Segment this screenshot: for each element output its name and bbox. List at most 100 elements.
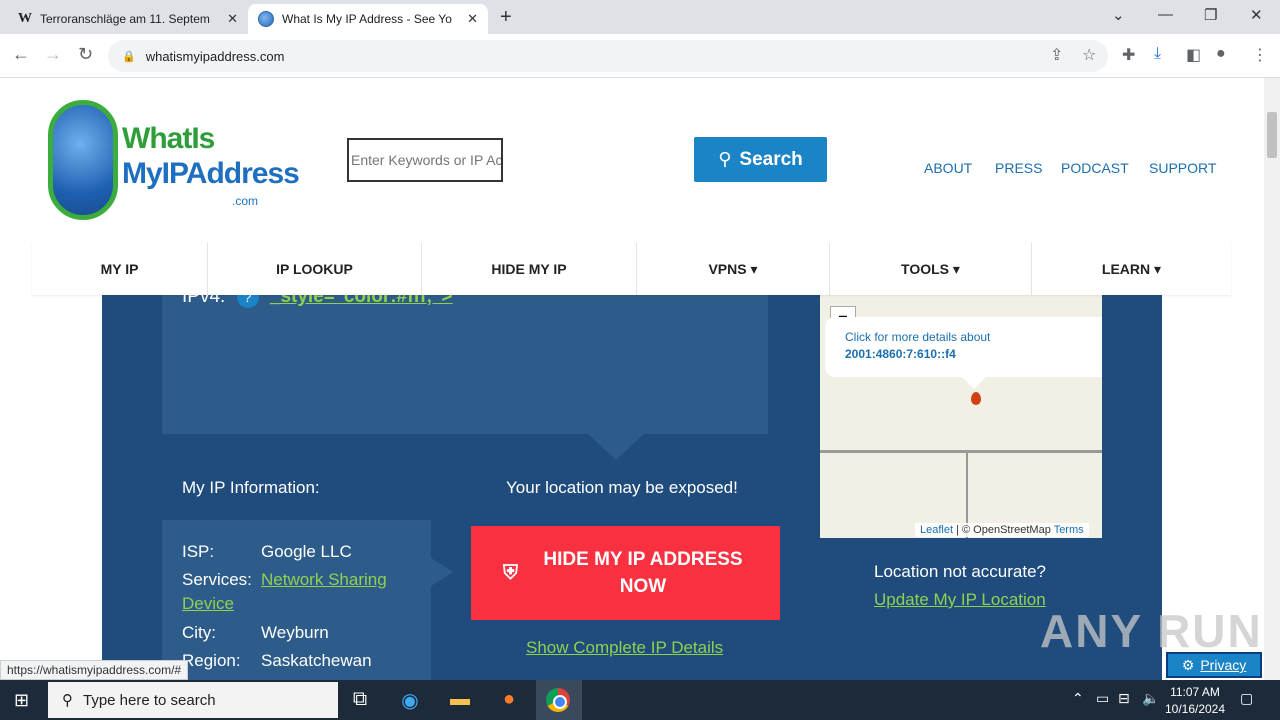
file-explorer-icon[interactable]: ▬ <box>448 688 472 711</box>
search-icon: ⚲ <box>718 149 732 169</box>
menu-icon[interactable]: ⋮ <box>1252 45 1268 65</box>
press-link[interactable]: PRESS <box>995 160 1042 176</box>
restore-button[interactable]: ❐ <box>1204 6 1217 24</box>
services-value: Network Sharing Device <box>182 568 412 616</box>
privacy-label: Privacy <box>1200 657 1247 673</box>
share-icon[interactable]: ⇪ <box>1050 45 1063 65</box>
tab-title: Terroranschläge am 11. Septemb <box>40 12 210 26</box>
map-road <box>820 450 1102 453</box>
region-value: Saskatchewan <box>261 651 372 670</box>
taskbar-clock[interactable]: 11:07 AM 10/16/2024 <box>1160 684 1230 718</box>
logo-text-3: .com <box>232 194 259 208</box>
browser-tab-whatismyip[interactable]: What Is My IP Address - See Your ✕ <box>248 4 488 34</box>
popup-ip: 2001:4860:7:610::f4 <box>845 347 956 361</box>
support-link[interactable]: SUPPORT <box>1149 160 1216 176</box>
globe-logo-icon <box>48 100 118 220</box>
globe-icon <box>258 11 274 27</box>
location-not-accurate-text: Location not accurate? <box>874 562 1047 581</box>
terms-link[interactable]: Terms <box>1054 524 1084 536</box>
side-panel-icon[interactable]: ◧ <box>1186 45 1201 65</box>
back-icon[interactable]: ← <box>12 44 30 65</box>
search-input[interactable] <box>347 138 503 182</box>
new-tab-button[interactable]: + <box>500 6 512 29</box>
ip-address-box <box>162 294 768 434</box>
show-details-link[interactable]: Show Complete IP Details <box>526 638 723 658</box>
forward-icon[interactable]: → <box>44 44 62 65</box>
exposed-warning: Your location may be exposed! <box>506 478 738 497</box>
taskbar-search-placeholder: Type here to search <box>83 691 216 709</box>
download-icon[interactable]: ⤓ <box>1154 45 1161 63</box>
close-tab-icon[interactable]: ✕ <box>467 11 478 27</box>
nav-hide-my-ip[interactable]: HIDE MY IP <box>422 243 637 295</box>
update-location-link[interactable]: Update My IP Location <box>874 590 1046 610</box>
site-logo[interactable]: WhatIs MyIPAddress .com <box>46 96 300 236</box>
tray-chevron-icon[interactable]: ⌃ <box>1072 690 1084 707</box>
chrome-icon[interactable] <box>546 688 570 712</box>
edge-icon[interactable]: ◉ <box>398 688 422 713</box>
map-attribution: Leaflet | © OpenStreetMap Terms <box>915 523 1089 537</box>
search-button-label: Search <box>739 148 803 170</box>
podcast-link[interactable]: PODCAST <box>1061 160 1129 176</box>
profile-icon[interactable]: ● <box>1216 45 1226 63</box>
taskbar-search[interactable]: ⚲ Type here to search <box>48 682 338 718</box>
main-nav: MY IP IP LOOKUP HIDE MY IP VPNS ▾ TOOLS … <box>32 243 1231 295</box>
browser-tab-wikipedia[interactable]: W Terroranschläge am 11. Septemb ✕ <box>8 4 248 34</box>
map-marker-icon[interactable] <box>971 392 981 405</box>
map-popup[interactable]: Click for more details about 2001:4860:7… <box>825 317 1102 377</box>
search-button[interactable]: ⚲ Search <box>694 137 827 182</box>
battery-icon[interactable]: ▭ <box>1096 690 1109 707</box>
page-scrollbar[interactable] <box>1264 78 1280 680</box>
nav-learn[interactable]: LEARN ▾ <box>1032 243 1231 295</box>
services-link[interactable]: Network Sharing Device <box>182 570 387 613</box>
clock-date: 10/16/2024 <box>1164 702 1226 716</box>
windows-start-icon[interactable]: ⊞ <box>14 690 29 711</box>
volume-icon[interactable]: 🔈 <box>1142 690 1159 707</box>
bookmark-star-icon[interactable]: ☆ <box>1082 45 1096 65</box>
nav-tools[interactable]: TOOLS ▾ <box>830 243 1032 295</box>
osm-attribution: | © OpenStreetMap <box>953 524 1054 536</box>
city-value: Weyburn <box>261 623 329 642</box>
wikipedia-icon: W <box>18 11 32 26</box>
lock-icon: 🔒 <box>122 50 136 63</box>
info-box-pointer <box>431 558 453 586</box>
scrollbar-thumb[interactable] <box>1267 112 1277 158</box>
leaflet-link[interactable]: Leaflet <box>920 524 953 536</box>
web-page: WhatIs MyIPAddress .com ⚲ Search ABOUT P… <box>0 78 1264 680</box>
shield-icon: ⛨ <box>503 561 518 584</box>
privacy-button[interactable]: ⚙ Privacy <box>1166 652 1262 678</box>
logo-text-2: MyIPAddress <box>122 157 300 190</box>
reload-icon[interactable]: ↻ <box>78 44 93 65</box>
task-view-icon[interactable]: ⧉ <box>348 688 372 711</box>
status-url: https://whatismyipaddress.com/# <box>0 660 189 680</box>
about-link[interactable]: ABOUT <box>924 160 972 176</box>
search-icon: ⚲ <box>62 692 73 709</box>
city-label: City: <box>182 623 216 642</box>
notification-icon[interactable]: ▢ <box>1240 690 1253 707</box>
nav-my-ip[interactable]: MY IP <box>32 243 208 295</box>
isp-label: ISP: <box>182 542 215 561</box>
hide-button-label: HIDE MY IP ADDRESS NOW <box>543 549 743 597</box>
popup-text: Click for more details about <box>845 330 991 344</box>
box-pointer <box>588 434 644 460</box>
isp-value: Google LLC <box>261 542 352 561</box>
tab-title: What Is My IP Address - See Your <box>282 12 452 26</box>
nav-vpns[interactable]: VPNS ▾ <box>637 243 830 295</box>
firefox-icon[interactable]: ● <box>497 688 521 711</box>
popup-tip <box>962 377 986 389</box>
minimize-button[interactable]: — <box>1158 6 1173 23</box>
extensions-icon[interactable]: ✚ <box>1122 45 1135 65</box>
gear-icon: ⚙ <box>1181 656 1195 673</box>
watermark: ANY RUN <box>1040 605 1263 657</box>
tab-search-icon[interactable]: ⌄ <box>1112 6 1125 24</box>
region-label: Region: <box>182 651 241 670</box>
url-text: whatismyipaddress.com <box>145 48 285 64</box>
address-bar[interactable]: 🔒 whatismyipaddress.com <box>108 40 1108 72</box>
network-icon[interactable]: ⊟ <box>1118 690 1130 707</box>
nav-ip-lookup[interactable]: IP LOOKUP <box>208 243 422 295</box>
logo-text-1: WhatIs <box>122 122 215 155</box>
hide-my-ip-button[interactable]: ⛨ HIDE MY IP ADDRESS NOW <box>471 526 780 620</box>
my-ip-info-heading: My IP Information: <box>182 478 320 497</box>
clock-time: 11:07 AM <box>1170 685 1220 699</box>
close-tab-icon[interactable]: ✕ <box>227 11 238 27</box>
close-window-button[interactable]: ✕ <box>1250 6 1263 24</box>
